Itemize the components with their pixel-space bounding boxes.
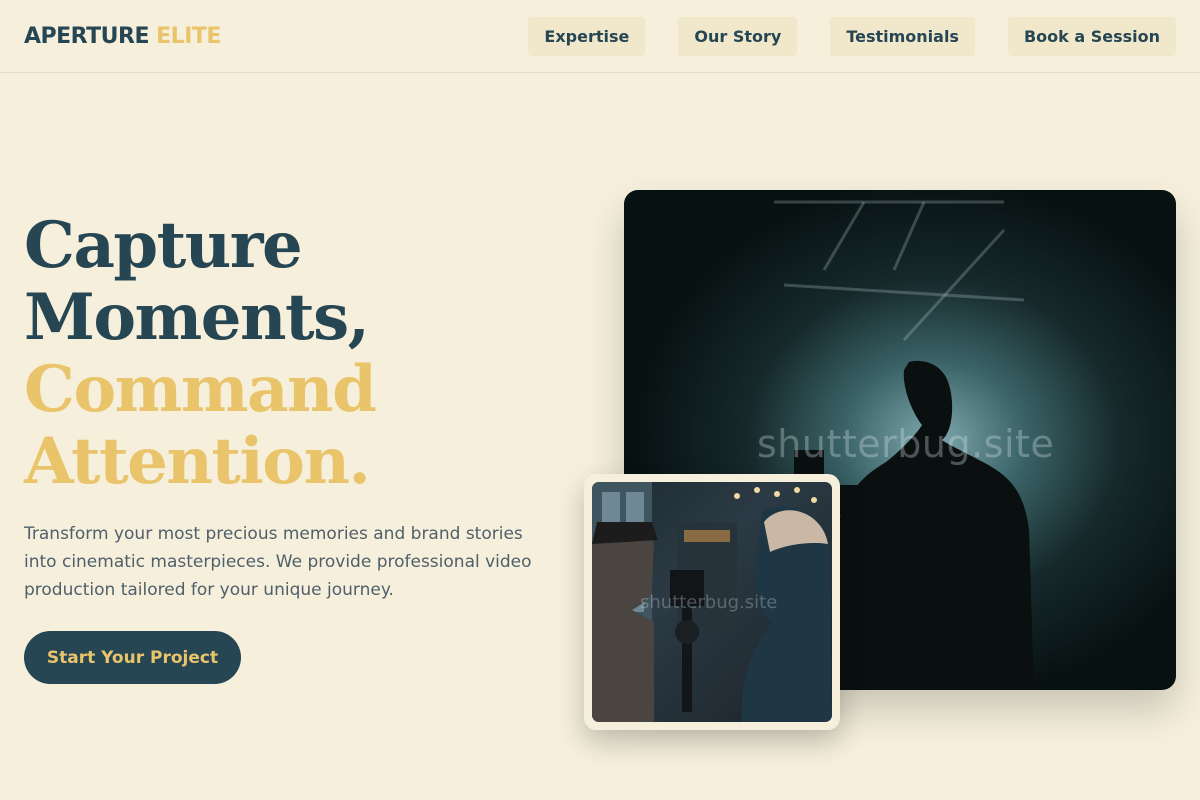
hero-title: Capture Moments, Command Attention.: [24, 208, 377, 499]
nav-book-session[interactable]: Book a Session: [1007, 16, 1176, 56]
nav-testimonials[interactable]: Testimonials: [830, 16, 975, 56]
hero-title-line-3: Command: [24, 352, 377, 427]
logo-accent: ELITE: [156, 23, 221, 49]
site-header: APERTURE ELITE Expertise Our Story Testi…: [0, 0, 1200, 73]
logo-main: APERTURE: [24, 23, 149, 49]
hero-title-line-4: Attention.: [24, 424, 371, 499]
inset-photo: shutterbug.site: [592, 482, 832, 722]
hero-title-line-1: Capture: [24, 208, 303, 283]
inset-photo-frame: shutterbug.site: [584, 474, 840, 730]
nav-our-story[interactable]: Our Story: [678, 16, 798, 56]
main-nav: Expertise Our Story Testimonials Book a …: [528, 16, 1176, 56]
hero-description: Transform your most precious memories an…: [24, 524, 532, 600]
start-project-button[interactable]: Start Your Project: [24, 631, 241, 684]
hero-title-line-2: Moments,: [24, 280, 370, 355]
inset-photo-watermark: shutterbug.site: [640, 592, 778, 613]
nav-expertise[interactable]: Expertise: [528, 16, 646, 56]
logo[interactable]: APERTURE ELITE: [24, 24, 221, 49]
main-photo-watermark: shutterbug.site: [757, 422, 1055, 466]
